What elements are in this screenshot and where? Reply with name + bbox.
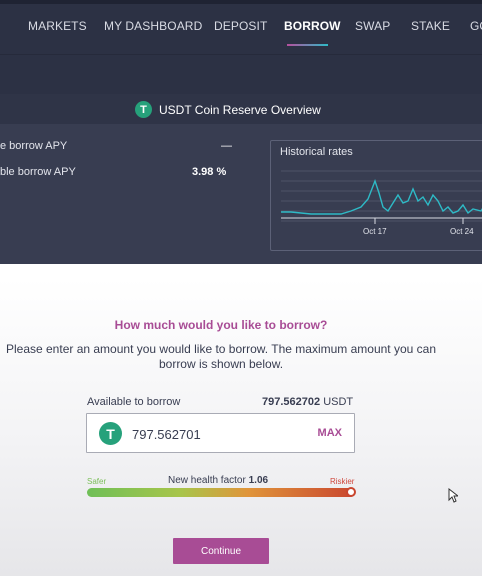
historical-rates-plot: Oct 17 Oct 24: [281, 170, 482, 236]
riskier-label: Riskier: [330, 477, 355, 486]
tick-oct-17: Oct 17: [363, 227, 387, 236]
continue-button[interactable]: Continue: [173, 538, 269, 564]
variable-borrow-apy-label: e borrow APY: [0, 140, 68, 152]
safer-label: Safer: [87, 477, 107, 486]
available-to-borrow-label: Available to borrow: [87, 396, 181, 408]
available-amount: 797.562702: [262, 396, 321, 408]
available-unit: USDT: [323, 396, 354, 408]
nav-active-underline: [287, 44, 328, 46]
health-factor-label: New health factor: [168, 475, 246, 486]
nav-stake[interactable]: STAKE: [411, 19, 450, 33]
amount-field: T MAX: [86, 413, 355, 453]
amount-input[interactable]: [132, 424, 292, 444]
tick-oct-24: Oct 24: [450, 227, 474, 236]
nav-swap[interactable]: SWAP: [355, 19, 390, 33]
overview-header: T USDT Coin Reserve Overview: [0, 94, 482, 124]
health-factor-knob: [346, 487, 356, 497]
nav-deposit[interactable]: DEPOSIT: [214, 19, 267, 33]
top-line: [0, 0, 482, 4]
stable-borrow-apy-label: ble borrow APY: [0, 166, 76, 178]
top-nav: MARKETS MY DASHBOARD DEPOSIT BORROW SWAP…: [0, 0, 482, 54]
health-factor-value: 1.06: [248, 475, 269, 486]
health-factor-bar: [87, 488, 355, 497]
nav-governance[interactable]: GO: [470, 19, 482, 33]
historical-rates-chart: Historical rates Oct 17 Oct 24: [270, 140, 482, 251]
stable-borrow-apy-value: 3.98 %: [192, 166, 227, 178]
mouse-cursor-icon: [448, 488, 458, 503]
overview-title: T USDT Coin Reserve Overview: [135, 101, 321, 118]
borrow-question: How much would you like to borrow?: [114, 318, 328, 332]
nav-markets[interactable]: MARKETS: [28, 19, 87, 33]
nav-borrow[interactable]: BORROW: [284, 19, 341, 33]
health-factor: New health factor 1.06: [168, 475, 268, 486]
available-to-borrow-value: 797.562702 USDT: [262, 396, 353, 408]
reserve-overview: T USDT Coin Reserve Overview e borrow AP…: [0, 94, 482, 264]
variable-borrow-apy-value: —: [221, 140, 232, 152]
max-button[interactable]: MAX: [318, 427, 342, 439]
tether-icon: T: [99, 422, 122, 445]
tether-icon: T: [135, 101, 152, 118]
overview-title-text: USDT Coin Reserve Overview: [159, 102, 321, 117]
nav-my-dashboard[interactable]: MY DASHBOARD: [104, 19, 202, 33]
borrow-description: Please enter an amount you would like to…: [5, 342, 436, 371]
sub-band: [0, 54, 482, 94]
